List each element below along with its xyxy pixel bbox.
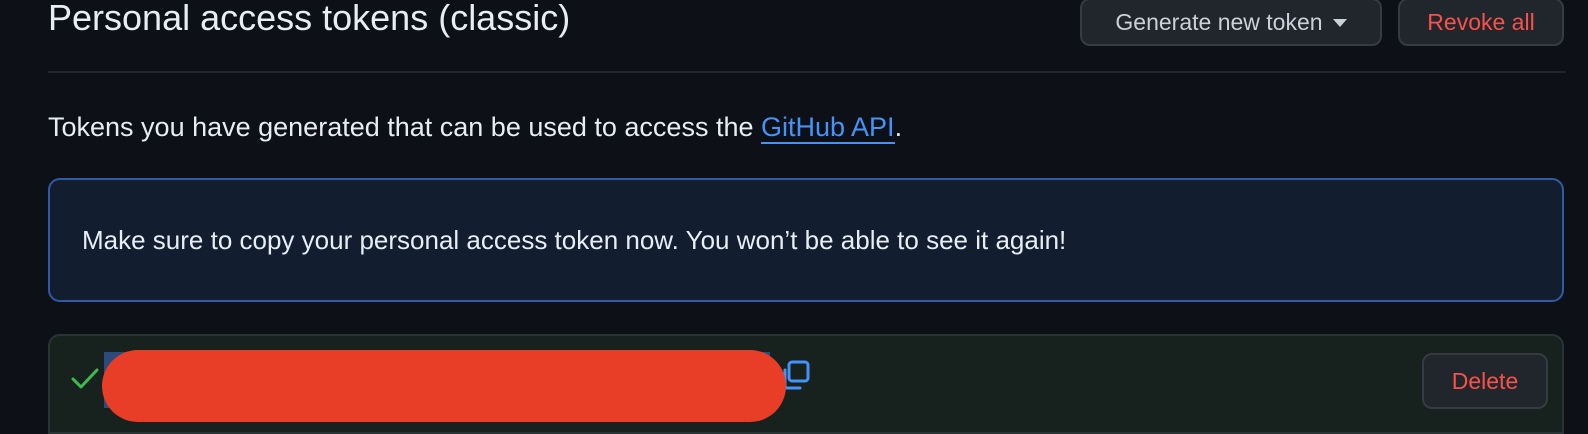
intro-text: Tokens you have generated that can be us… <box>48 108 902 146</box>
flash-notice: Make sure to copy your personal access t… <box>48 178 1564 302</box>
github-api-link[interactable]: GitHub API <box>760 112 895 144</box>
intro-text-before-link: Tokens you have generated that can be us… <box>48 112 761 142</box>
intro-text-after-link: . <box>894 112 903 142</box>
delete-token-button[interactable]: Delete <box>1422 353 1548 409</box>
header-divider <box>48 71 1566 73</box>
triangle-down-icon <box>1332 19 1347 27</box>
check-icon <box>71 368 99 389</box>
page-title: Personal access tokens (classic) <box>48 0 571 38</box>
flash-message: Make sure to copy your personal access t… <box>82 225 1067 255</box>
revoke-all-button[interactable]: Revoke all <box>1398 0 1564 46</box>
redaction-overlay <box>102 350 786 422</box>
generate-new-token-button[interactable]: Generate new token <box>1080 0 1382 46</box>
new-token-row: ghp_xxxxxxxxxxxxxxxxxxxxxxxxxxxxxxxxxxxx… <box>48 334 1564 434</box>
generate-new-token-label: Generate new token <box>1115 8 1323 35</box>
